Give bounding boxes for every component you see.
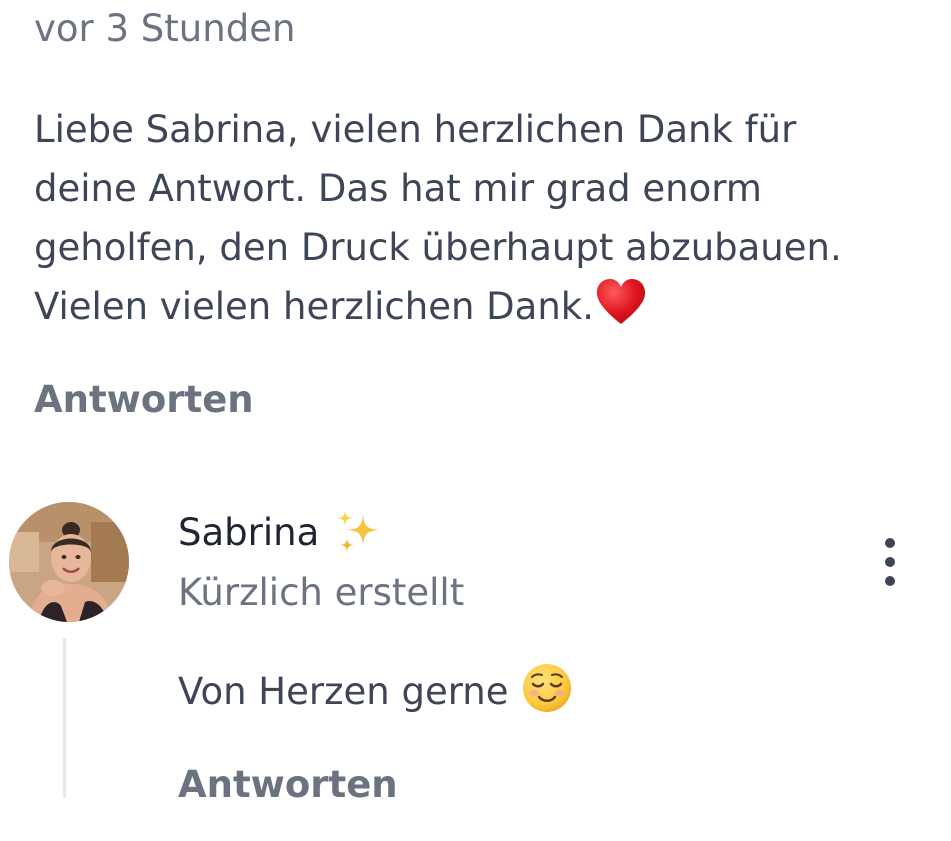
comment-timestamp: vor 3 Stunden <box>34 7 296 50</box>
comment-text-line: deine Antwort. Das hat mir grad enorm <box>34 167 762 210</box>
comment-text: Liebe Sabrina, vielen herzlichen Dank fü… <box>34 100 914 336</box>
comment-text-last-line: Vielen vielen herzlichen Dank. <box>34 285 594 328</box>
thread-line <box>63 638 66 798</box>
more-options-button[interactable] <box>872 534 908 592</box>
sparkles-icon <box>337 510 380 552</box>
reply-text: Von Herzen gerne <box>178 662 573 719</box>
heart-icon <box>596 279 646 324</box>
reply-text-content: Von Herzen gerne <box>178 670 509 713</box>
comment-text-line: Liebe Sabrina, vielen herzlichen Dank fü… <box>34 108 797 151</box>
avatar-photo <box>9 502 129 622</box>
more-vertical-icon <box>885 538 895 586</box>
reply-author-row: Sabrina <box>178 508 383 558</box>
reply-created-label: Kürzlich erstellt <box>178 571 465 614</box>
author-name[interactable]: Sabrina <box>178 508 319 558</box>
avatar[interactable] <box>9 502 129 622</box>
comment-text-line: geholfen, den Druck überhaupt abzubauen. <box>34 226 842 269</box>
smiling-face-icon <box>522 664 571 712</box>
reply-button[interactable]: Antworten <box>178 762 398 808</box>
reply-button[interactable]: Antworten <box>34 377 254 423</box>
comment-text-line: Vielen vielen herzlichen Dank. <box>34 277 914 336</box>
